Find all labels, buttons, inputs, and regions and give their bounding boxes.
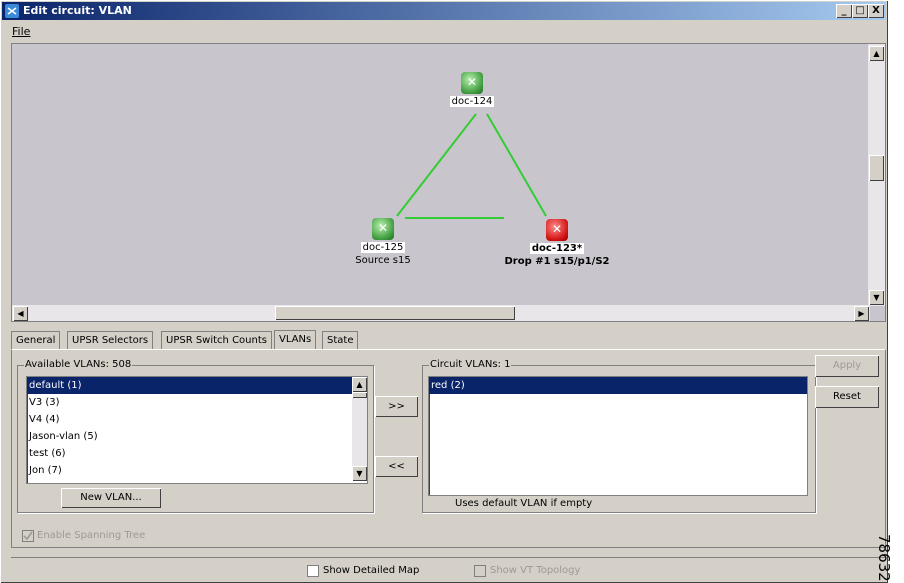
list-scrollbar[interactable]: ▲ ▼ — [352, 377, 367, 481]
list-item[interactable]: test (6) — [27, 445, 367, 462]
circuit-vlans-list[interactable]: red (2) — [428, 376, 808, 496]
node-doc-124[interactable]: ✕ doc-124 — [447, 72, 497, 107]
spanning-tree-label: Enable Spanning Tree — [37, 530, 146, 541]
scroll-down-arrow-icon[interactable]: ▼ — [352, 466, 367, 481]
node-label: doc-123* — [529, 243, 585, 254]
default-vlan-note: Uses default VLAN if empty — [455, 498, 593, 509]
show-vt-topology-label: Show VT Topology — [490, 565, 581, 576]
bottom-options-bar: Show Detailed Map Show VT Topology — [11, 557, 886, 582]
close-button[interactable]: X — [868, 4, 884, 18]
edit-circuit-window: Edit circuit: VLAN _ □ X File ✕ doc-124 … — [0, 0, 888, 583]
menu-bar: File — [2, 22, 886, 40]
tab-general[interactable]: General — [11, 331, 61, 349]
list-item[interactable]: V3 (3) — [27, 394, 367, 411]
show-detailed-map-checkbox[interactable] — [307, 565, 319, 577]
app-icon — [5, 4, 19, 18]
node-doc-123[interactable]: ✕ doc-123* Drop #1 s15/p1/S2 — [502, 219, 612, 267]
list-item[interactable]: red (2) — [429, 377, 807, 394]
figure-id: 78632 — [875, 534, 893, 582]
show-detailed-map-label: Show Detailed Map — [323, 565, 420, 576]
scroll-left-arrow-icon[interactable]: ◀ — [13, 306, 28, 321]
network-map[interactable]: ✕ doc-124 ✕ doc-125 Source s15 ✕ doc-123… — [11, 43, 886, 322]
circuit-links — [396, 113, 547, 219]
show-vt-topology-checkbox[interactable] — [474, 565, 486, 577]
apply-button[interactable]: Apply — [815, 355, 879, 377]
list-scroll-thumb[interactable] — [352, 392, 367, 398]
checkmark-icon — [23, 531, 33, 541]
link-124-123 — [486, 113, 547, 217]
new-vlan-button[interactable]: New VLAN... — [61, 488, 161, 508]
router-icon: ✕ — [372, 218, 394, 240]
remove-vlan-button[interactable]: << — [375, 456, 418, 477]
tab-upsr-selectors[interactable]: UPSR Selectors — [67, 331, 154, 349]
list-item[interactable]: Jon (7) — [27, 462, 367, 479]
node-role: Drop #1 s15/p1/S2 — [504, 256, 610, 267]
tab-vlans[interactable]: VLANs — [274, 330, 317, 350]
maximize-button[interactable]: □ — [852, 4, 868, 18]
scroll-down-arrow-icon[interactable]: ▼ — [869, 290, 884, 305]
router-alarm-icon: ✕ — [546, 219, 568, 241]
available-vlans-title: Available VLANs: 508 — [24, 359, 133, 370]
available-vlans-group: Available VLANs: 508 default (1) V3 (3) … — [17, 359, 374, 513]
link-124-125 — [396, 113, 477, 217]
map-horizontal-scrollbar[interactable]: ◀ ▶ — [12, 305, 870, 321]
vertical-scroll-thumb[interactable] — [869, 155, 884, 181]
title-bar[interactable]: Edit circuit: VLAN _ □ X — [2, 2, 886, 20]
tab-state[interactable]: State — [322, 331, 359, 349]
list-item[interactable]: Jason-vlan (5) — [27, 428, 367, 445]
window-title: Edit circuit: VLAN — [23, 4, 132, 17]
menu-file[interactable]: File — [12, 25, 30, 38]
node-role: Source s15 — [355, 255, 411, 266]
router-icon: ✕ — [461, 72, 483, 94]
reset-button[interactable]: Reset — [815, 386, 879, 408]
spanning-tree-checkbox[interactable] — [22, 530, 34, 542]
list-item[interactable]: default (1) — [27, 377, 367, 394]
map-vertical-scrollbar[interactable]: ▲ ▼ — [868, 44, 885, 306]
scroll-up-arrow-icon[interactable]: ▲ — [352, 377, 367, 392]
circuit-vlans-group: Circuit VLANs: 1 red (2) Uses default VL… — [422, 359, 816, 513]
vlans-panel: Available VLANs: 508 default (1) V3 (3) … — [11, 349, 886, 548]
scroll-up-arrow-icon[interactable]: ▲ — [869, 46, 884, 61]
list-item[interactable]: V4 (4) — [27, 411, 367, 428]
minimize-button[interactable]: _ — [836, 4, 852, 18]
node-doc-125[interactable]: ✕ doc-125 Source s15 — [348, 218, 418, 266]
available-vlans-list[interactable]: default (1) V3 (3) V4 (4) Jason-vlan (5)… — [26, 376, 368, 484]
add-vlan-button[interactable]: >> — [375, 396, 418, 417]
circuit-vlans-title: Circuit VLANs: 1 — [429, 359, 512, 370]
horizontal-scroll-thumb[interactable] — [275, 306, 515, 320]
tab-upsr-switch-counts[interactable]: UPSR Switch Counts — [161, 331, 272, 349]
node-label: doc-125 — [360, 242, 406, 253]
scroll-right-arrow-icon[interactable]: ▶ — [854, 306, 869, 321]
node-label: doc-124 — [449, 96, 495, 107]
